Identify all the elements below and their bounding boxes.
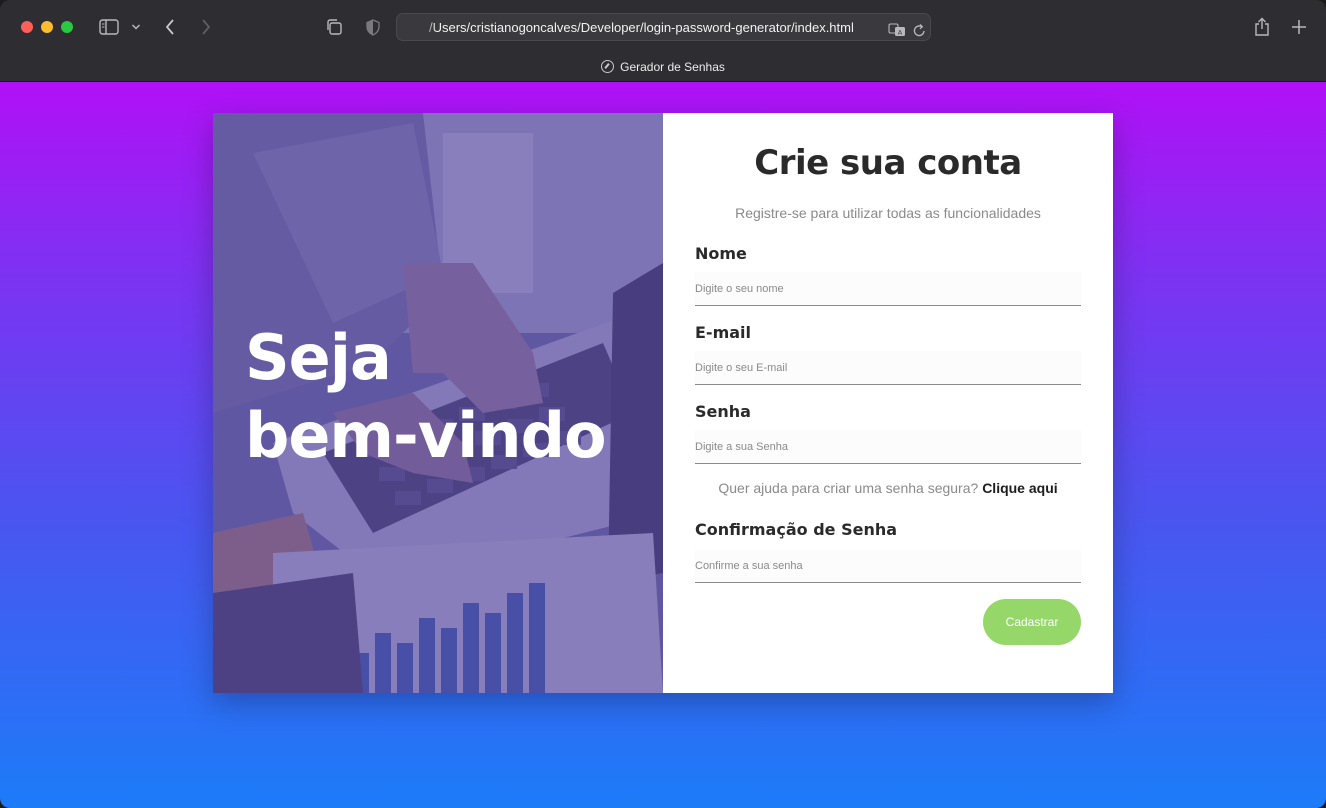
page-viewport: Seja bem-vindo Crie sua conta Registre-s… xyxy=(0,82,1326,808)
password-help-text: Quer ajuda para criar uma senha segura? xyxy=(718,480,979,496)
back-arrow-icon[interactable] xyxy=(162,15,178,39)
signup-card: Seja bem-vindo Crie sua conta Registre-s… xyxy=(213,113,1113,693)
compass-icon xyxy=(601,60,615,73)
signup-form: Crie sua conta Registre-se para utilizar… xyxy=(663,113,1113,693)
welcome-line-2: bem-vindo xyxy=(245,399,607,472)
forward-arrow-icon[interactable] xyxy=(198,15,214,39)
svg-text:A: A xyxy=(898,29,903,37)
tab-bar: Gerador de Senhas xyxy=(0,54,1326,82)
browser-toolbar: /Users/cristianogoncalves/Developer/logi… xyxy=(0,0,1326,54)
chevron-down-icon[interactable] xyxy=(130,15,142,39)
reload-icon[interactable] xyxy=(911,18,927,42)
privacy-shield-icon[interactable] xyxy=(364,15,382,39)
zoom-window-button[interactable] xyxy=(61,21,73,33)
form-title: Crie sua conta xyxy=(754,143,1022,183)
password-label: Senha xyxy=(695,402,751,421)
url-fade xyxy=(411,18,437,36)
new-tab-icon[interactable] xyxy=(1290,15,1308,39)
confirm-password-label: Confirmação de Senha xyxy=(695,520,898,539)
form-subtitle: Registre-se para utilizar todas as funci… xyxy=(735,205,1041,221)
url-text[interactable]: /Users/cristianogoncalves/Developer/logi… xyxy=(429,20,854,35)
email-input[interactable] xyxy=(695,351,1081,385)
name-input[interactable] xyxy=(695,272,1081,306)
browser-window: /Users/cristianogoncalves/Developer/logi… xyxy=(0,0,1326,808)
sidebar-icon[interactable] xyxy=(98,15,120,39)
confirm-password-input[interactable] xyxy=(695,549,1081,583)
welcome-heading: Seja bem-vindo xyxy=(245,319,645,475)
welcome-line-1: Seja xyxy=(245,321,392,394)
translate-icon[interactable]: A xyxy=(887,18,907,42)
active-tab[interactable]: Gerador de Senhas xyxy=(0,60,1326,74)
password-help: Quer ajuda para criar uma senha segura? … xyxy=(663,480,1113,496)
share-icon[interactable] xyxy=(1253,15,1271,39)
register-button[interactable]: Cadastrar xyxy=(983,599,1081,645)
password-help-link[interactable]: Clique aqui xyxy=(982,480,1057,496)
address-bar[interactable]: /Users/cristianogoncalves/Developer/logi… xyxy=(396,13,931,41)
tab-overview-icon[interactable] xyxy=(324,15,344,39)
email-label: E-mail xyxy=(695,323,752,342)
minimize-window-button[interactable] xyxy=(41,21,53,33)
tab-title-text: Gerador de Senhas xyxy=(620,60,725,74)
welcome-panel: Seja bem-vindo xyxy=(213,113,663,693)
password-input[interactable] xyxy=(695,430,1081,464)
name-label: Nome xyxy=(695,244,747,263)
close-window-button[interactable] xyxy=(21,21,33,33)
